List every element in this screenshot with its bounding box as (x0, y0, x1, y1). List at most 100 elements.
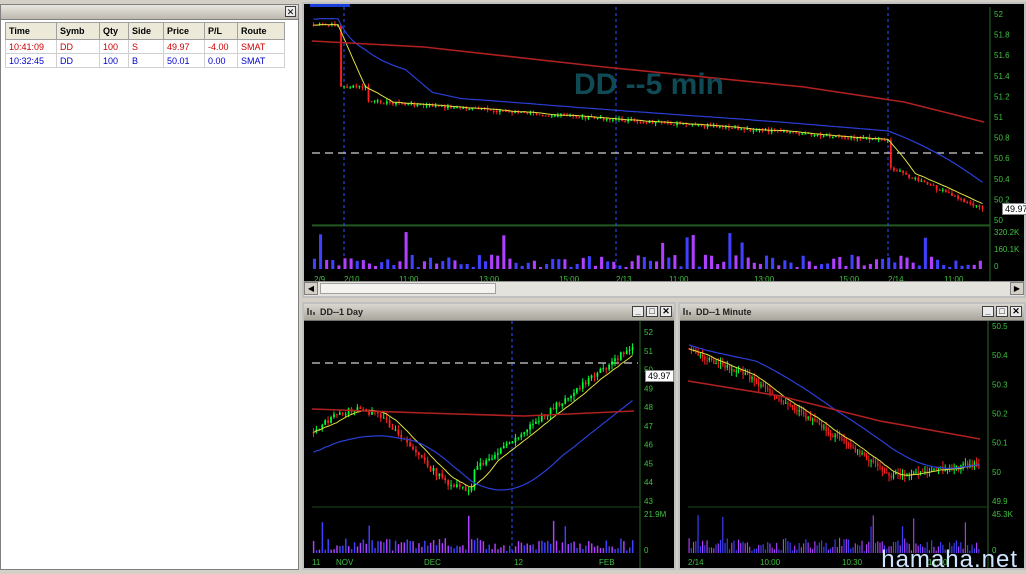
candle-body (355, 85, 358, 87)
scroll-right-icon[interactable]: ▶ (1010, 282, 1024, 295)
candle-body (717, 363, 719, 365)
chart-minute-canvas[interactable]: 50.550.450.350.250.15049.945.3K02/14 10:0… (680, 321, 1024, 568)
volume-bar (406, 539, 408, 553)
volume-bar (312, 258, 316, 269)
volume-bar (771, 547, 773, 553)
chart-5min-scrollbar[interactable]: ◀ ▶ (304, 281, 1024, 296)
candle-body (541, 114, 544, 116)
volume-bar (371, 540, 373, 553)
volume-bar (427, 545, 429, 553)
candle-body (537, 421, 540, 423)
volume-bar (715, 544, 717, 553)
candle-body (584, 382, 587, 385)
candle-body (870, 460, 872, 462)
scroll-thumb[interactable] (320, 283, 496, 294)
col-time[interactable]: Time (5, 22, 57, 40)
minimize-icon[interactable]: _ (982, 306, 994, 317)
volume-bar (744, 543, 746, 553)
candle-body (697, 352, 699, 356)
candle-body (789, 404, 791, 406)
close-icon[interactable]: ✕ (285, 6, 296, 17)
col-qty[interactable]: Qty (99, 22, 129, 40)
candle-body (911, 177, 914, 179)
chart-5min-canvas[interactable]: 5251.851.651.451.25150.850.650.450.25032… (304, 7, 1024, 285)
candle-body (811, 419, 814, 421)
y-tick-label: 48 (644, 403, 653, 412)
candle-body (570, 396, 572, 399)
volume-bar (850, 254, 854, 269)
volume-bar (724, 542, 726, 553)
table-row[interactable]: 10:41:09 DD 100 S 49.97 -4.00 SMAT (5, 39, 285, 54)
volume-bar (690, 548, 692, 553)
candle-body (352, 85, 355, 88)
volume-bar (870, 526, 872, 553)
volume-bar (570, 542, 572, 553)
maximize-icon[interactable]: □ (646, 306, 658, 317)
candle-body (932, 185, 935, 187)
volume-bar (923, 237, 927, 269)
candle-body (752, 130, 755, 132)
volume-bar (377, 541, 379, 553)
y-tick-label: 51.2 (994, 92, 1010, 101)
candle-body (813, 134, 816, 136)
candle-body (722, 363, 724, 365)
scroll-left-icon[interactable]: ◀ (304, 282, 318, 295)
minimize-icon[interactable]: _ (632, 306, 644, 317)
candle-body (608, 118, 611, 121)
volume-tick-label: 0 (994, 262, 999, 271)
volume-bar (462, 545, 464, 553)
candle-body (373, 100, 376, 102)
col-route[interactable]: Route (237, 22, 285, 40)
candle-body (731, 127, 733, 129)
volume-bar (803, 543, 805, 553)
candle-body (908, 174, 911, 178)
candle-body (929, 184, 932, 186)
trades-titlebar[interactable]: ✕ (1, 5, 298, 20)
col-symb[interactable]: Symb (56, 22, 100, 40)
chart-day-titlebar[interactable]: DD--1 Day _ □ ✕ (304, 304, 674, 321)
candle-body (798, 133, 801, 135)
chart-day-canvas[interactable]: 5251504948474645444321.9M011NOVDEC12FEB (304, 321, 674, 568)
y-tick-label: 50.4 (992, 351, 1008, 360)
candle-body (710, 357, 713, 361)
volume-bar (794, 545, 796, 553)
close-icon[interactable]: ✕ (660, 306, 672, 317)
candle-body (780, 399, 782, 402)
close-icon[interactable]: ✕ (1010, 306, 1022, 317)
chart-minute-titlebar[interactable]: DD--1 Minute _ □ ✕ (680, 304, 1024, 321)
candle-body (847, 443, 850, 445)
volume-bar (893, 262, 897, 269)
volume-bar (618, 265, 622, 269)
y-tick-label: 51 (994, 113, 1003, 122)
volume-tick-label: 45.3K (992, 510, 1014, 519)
col-side[interactable]: Side (128, 22, 164, 40)
table-row[interactable]: 10:32:45 DD 100 B 50.01 0.00 SMAT (5, 53, 285, 68)
volume-bar (441, 543, 444, 553)
volume-bar (636, 255, 640, 269)
y-tick-label: 50.2 (992, 410, 1008, 419)
cell-route: SMAT (237, 53, 285, 68)
candle-body (715, 363, 717, 365)
y-tick-label: 50.5 (992, 322, 1008, 331)
volume-bar (814, 541, 816, 553)
volume-bar (429, 257, 433, 269)
candle-body (578, 117, 581, 119)
volume-bar (699, 545, 701, 553)
col-pl[interactable]: P/L (204, 22, 238, 40)
volume-bar (416, 267, 420, 269)
maximize-icon[interactable]: □ (996, 306, 1008, 317)
candle-body (494, 454, 496, 459)
volume-bar (629, 547, 631, 553)
volume-bar (327, 539, 329, 553)
candle-body (782, 401, 785, 404)
candle-body (555, 402, 558, 410)
candle-body (733, 369, 735, 372)
volume-bar (412, 541, 414, 553)
volume-bar (848, 539, 850, 553)
volume-bar (827, 549, 829, 553)
candle-body (978, 205, 981, 208)
volume-bar (655, 261, 659, 269)
col-price[interactable]: Price (163, 22, 205, 40)
volume-bar (532, 260, 536, 269)
volume-bar (612, 261, 616, 269)
